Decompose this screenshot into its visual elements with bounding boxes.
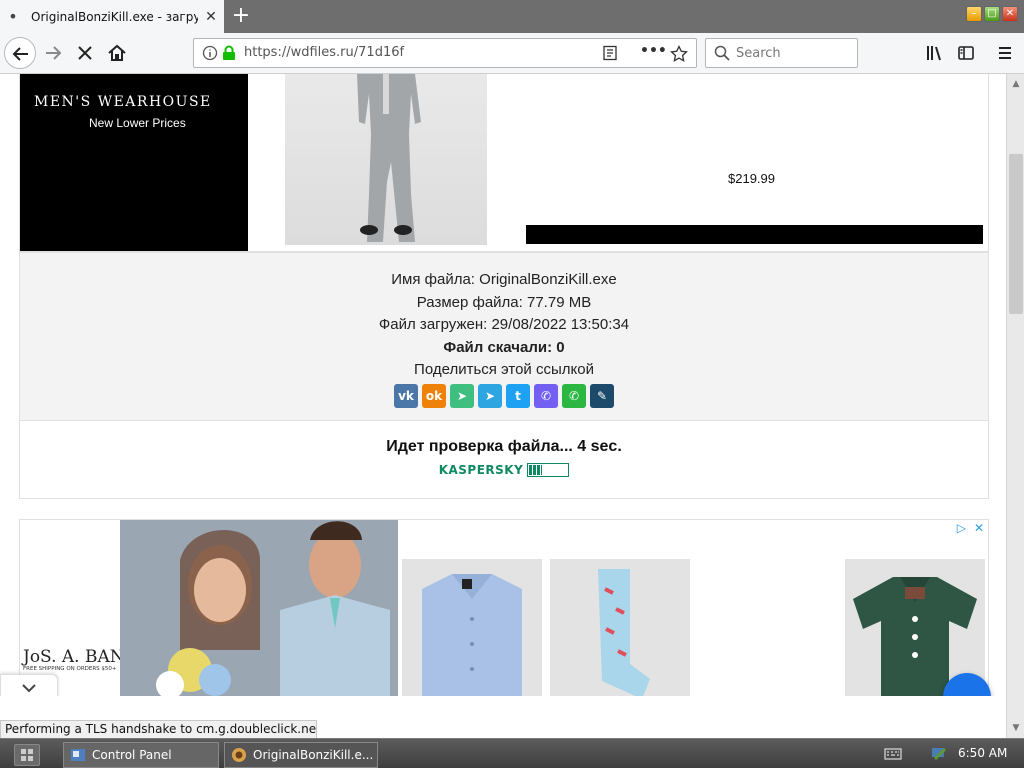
- file-downloads-value: 0: [556, 338, 565, 356]
- kaspersky-progress-bar: [527, 463, 570, 477]
- top-advertisement[interactable]: MEN'S WEARHOUSE New Lower Prices $219.99: [19, 74, 989, 252]
- page-viewport: MEN'S WEARHOUSE New Lower Prices $219.99…: [0, 74, 1006, 696]
- adchoices-icon[interactable]: ▷: [957, 521, 966, 535]
- close-window-button[interactable]: ✕: [1002, 6, 1018, 22]
- bookmark-star-icon[interactable]: [670, 45, 688, 63]
- home-button[interactable]: [105, 41, 129, 65]
- taskbar: Control Panel OriginalBonziKill.e... 6:5…: [0, 738, 1024, 768]
- scrollbar-thumb[interactable]: [1009, 154, 1023, 314]
- share-odnoklassniki-button[interactable]: ok: [422, 383, 446, 408]
- taskbar-clock: 6:50 AM: [958, 746, 1008, 760]
- file-size-label: Размер файла:: [416, 293, 523, 311]
- suit-product-image[interactable]: [285, 74, 487, 245]
- forward-button[interactable]: [42, 41, 66, 65]
- file-name-line: Имя файла: OriginalBonziKill.exe: [20, 269, 988, 292]
- reader-view-icon[interactable]: [602, 45, 618, 61]
- menu-icon[interactable]: [996, 44, 1014, 62]
- ad-brand: MEN'S WEARHOUSE: [34, 94, 212, 110]
- minimize-button[interactable]: –: [966, 6, 982, 22]
- page-actions-icon[interactable]: •••: [640, 43, 667, 59]
- tab-title: OriginalBonziKill.exe - загру: [31, 9, 198, 24]
- share-telegram-button[interactable]: ➤: [478, 383, 502, 408]
- network-icon[interactable]: [930, 745, 948, 763]
- maximize-button[interactable]: □: [984, 6, 1000, 22]
- file-name-value: OriginalBonziKill.exe: [479, 271, 617, 288]
- file-check-status: Идет проверка файла... 4 sec.: [386, 438, 622, 455]
- dress-shirt-illustration: [422, 574, 522, 696]
- back-button[interactable]: [4, 37, 36, 69]
- url-text: https://wdfiles.ru/71d16f: [244, 45, 405, 60]
- back-arrow-icon: [12, 47, 28, 61]
- url-bar[interactable]: https://wdfiles.ru/71d16f •••: [193, 38, 697, 68]
- share-vk-button[interactable]: vk: [394, 383, 418, 408]
- kaspersky-progress-fill: [529, 465, 543, 475]
- taskbar-item-label: Control Panel: [92, 748, 172, 762]
- secure-lock-icon: [223, 45, 235, 60]
- browser-tab[interactable]: • OriginalBonziKill.exe - загру ✕: [0, 0, 224, 33]
- stop-loading-button[interactable]: [73, 41, 97, 65]
- scroll-up-arrow-icon[interactable]: ▲: [1009, 77, 1023, 91]
- tab-loading-icon: •: [8, 7, 18, 26]
- file-size-line: Размер файла: 77.79 MB: [20, 292, 988, 315]
- page-scrollbar[interactable]: ▲ ▼: [1006, 74, 1024, 738]
- browser-status-bar: Performing a TLS handshake to cm.g.doubl…: [0, 720, 317, 739]
- tab-bar: • OriginalBonziKill.exe - загру ✕ + – □ …: [0, 0, 1024, 33]
- taskbar-item-control-panel[interactable]: Control Panel: [63, 742, 219, 768]
- share-share-button[interactable]: ➤: [450, 383, 474, 408]
- share-twitter-button[interactable]: t: [506, 383, 530, 408]
- share-viber-button[interactable]: ✆: [534, 383, 558, 408]
- file-downloads-line: Файл скачали: 0: [20, 337, 988, 360]
- window-controls: – □ ✕: [966, 6, 1018, 22]
- ad-black-bar[interactable]: [526, 225, 983, 244]
- share-whatsapp-button[interactable]: ✆: [562, 383, 586, 408]
- suit-illustration: [357, 74, 421, 242]
- collapse-ad-button[interactable]: [0, 674, 58, 696]
- file-name-label: Имя файла:: [391, 271, 475, 288]
- info-icon[interactable]: [202, 45, 218, 61]
- ad-tagline: New Lower Prices: [89, 116, 186, 130]
- search-icon: [714, 45, 730, 61]
- file-uploaded-line: Файл загружен: 29/08/2022 13:50:34: [20, 314, 988, 337]
- taskbar-item-browser[interactable]: OriginalBonziKill.e...: [224, 742, 378, 768]
- file-downloads-label: Файл скачали:: [443, 338, 553, 356]
- search-bar[interactable]: [705, 38, 858, 68]
- socks-image[interactable]: [550, 559, 690, 696]
- navigation-toolbar: https://wdfiles.ru/71d16f •••: [0, 33, 1024, 74]
- close-ad-icon[interactable]: ✕: [974, 521, 984, 535]
- new-tab-button[interactable]: +: [228, 3, 254, 29]
- scroll-down-arrow-icon[interactable]: ▼: [1009, 721, 1023, 735]
- file-uploaded-label: Файл загружен:: [378, 316, 488, 333]
- socks-illustration: [598, 569, 650, 696]
- bottom-advertisement[interactable]: JoS. A. BANK FREE SHIPPING ON ORDERS $50…: [19, 519, 989, 696]
- kaspersky-progress: KASPERSKY: [20, 463, 988, 477]
- browser-window-icon: [232, 748, 246, 762]
- file-size-value: 77.79 MB: [527, 293, 592, 311]
- close-tab-icon[interactable]: ✕: [198, 9, 224, 25]
- share-label: Поделиться этой ссылкой: [414, 361, 594, 378]
- chevron-down-icon: [22, 684, 36, 693]
- wedding-couple-image[interactable]: [120, 520, 398, 696]
- share-livejournal-button[interactable]: ✎: [590, 383, 614, 408]
- library-icon[interactable]: [925, 44, 943, 62]
- shipping-promo: FREE SHIPPING ON ORDERS $50+: [23, 666, 117, 672]
- taskbar-item-label: OriginalBonziKill.e...: [253, 748, 374, 762]
- product-price: $219.99: [728, 171, 775, 186]
- dress-shirt-image[interactable]: [402, 559, 542, 696]
- start-menu-button[interactable]: [14, 744, 40, 766]
- sidebar-icon[interactable]: [957, 44, 975, 62]
- search-input[interactable]: [736, 44, 851, 62]
- wedding-illustration: [120, 520, 398, 696]
- start-grid-icon: [21, 749, 33, 761]
- keyboard-icon[interactable]: [884, 747, 902, 761]
- file-check-panel: Идет проверка файла... 4 sec. KASPERSKY: [19, 421, 989, 499]
- file-uploaded-value: 29/08/2022 13:50:34: [491, 316, 630, 333]
- kaspersky-logo: KASPERSKY: [438, 463, 524, 477]
- mens-wearhouse-logo[interactable]: MEN'S WEARHOUSE New Lower Prices: [20, 74, 248, 251]
- file-info-panel: Имя файла: OriginalBonziKill.exe Размер …: [19, 252, 989, 421]
- control-panel-icon: [71, 749, 85, 761]
- share-buttons: vk ok ➤ ➤ t ✆ ✆ ✎: [20, 383, 988, 408]
